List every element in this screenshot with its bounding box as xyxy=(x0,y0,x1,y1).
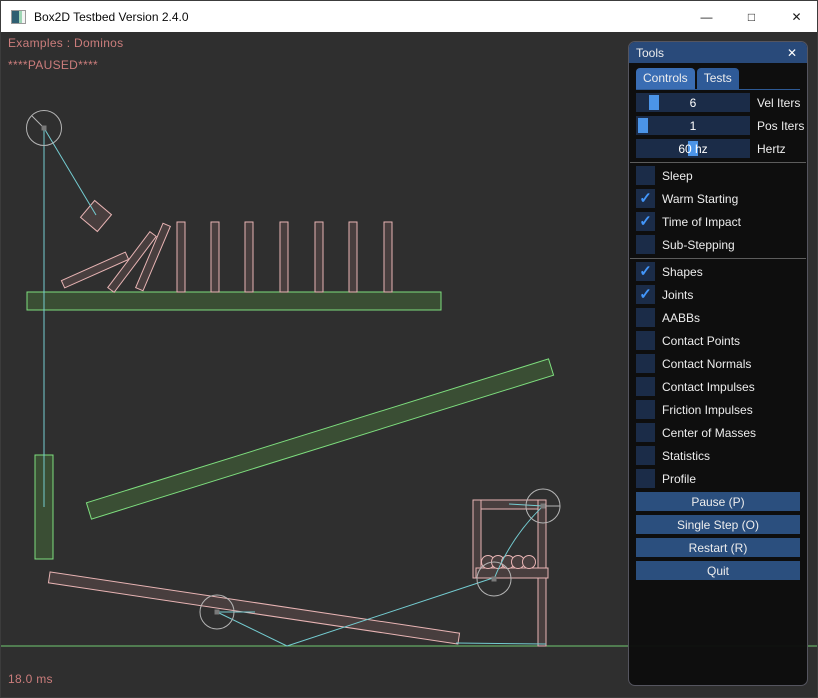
slider-label-vel-iters: Vel Iters xyxy=(757,96,800,110)
tab-tests[interactable]: Tests xyxy=(697,68,739,89)
bottom-plank xyxy=(48,572,459,644)
checkbox-center-of-masses[interactable] xyxy=(636,423,655,442)
slider-row-vel-iters: 6 Vel Iters xyxy=(636,93,800,112)
slider-value-vel-iters: 6 xyxy=(636,93,750,112)
slider-pos-iters[interactable]: 1 xyxy=(636,116,750,135)
button-rows: Pause (P) Single Step (O) Restart (R) Quit xyxy=(636,492,800,580)
tools-panel-titlebar[interactable]: Tools ✕ xyxy=(629,42,807,63)
checkbox-row-joints[interactable]: ✓ Joints xyxy=(636,285,800,304)
checkbox-row-warm-starting[interactable]: ✓ Warm Starting xyxy=(636,189,800,208)
slider-value-pos-iters: 1 xyxy=(636,116,750,135)
window-controls: — □ ✕ xyxy=(684,1,818,32)
slider-rows: 6 Vel Iters 1Pos Iters 60 hz Hertz xyxy=(636,93,800,158)
checkmark-icon: ✓ xyxy=(639,212,652,231)
checkbox-label-center-of-masses: Center of Masses xyxy=(662,426,756,440)
checkbox-label-warm-starting: Warm Starting xyxy=(662,192,738,206)
restart-r-button[interactable]: Restart (R) xyxy=(636,538,800,557)
checkbox-row-sleep[interactable]: Sleep xyxy=(636,166,800,185)
single-step-o-button[interactable]: Single Step (O) xyxy=(636,515,800,534)
maximize-button[interactable]: □ xyxy=(729,1,774,32)
slider-value-hertz: 60 hz xyxy=(636,139,750,158)
checkbox-label-contact-normals: Contact Normals xyxy=(662,357,751,371)
tools-panel: Tools ✕ Controls Tests 6Vel Iters1Pos It… xyxy=(628,41,808,686)
checkbox-warm-starting[interactable]: ✓ xyxy=(636,189,655,208)
close-button[interactable]: ✕ xyxy=(774,1,818,32)
frame-time: 18.0 ms xyxy=(8,672,53,686)
separator xyxy=(630,162,806,163)
checkbox-time-of-impact[interactable]: ✓ xyxy=(636,212,655,231)
cradle-balls xyxy=(482,556,536,569)
checkbox-label-sub-stepping: Sub-Stepping xyxy=(662,238,735,252)
checkbox-rows: Sleep ✓ Warm Starting ✓ Time of Impact Sub-St… xyxy=(636,162,800,488)
checkbox-label-profile: Profile xyxy=(662,472,696,486)
slider-vel-iters[interactable]: 6 xyxy=(636,93,750,112)
checkbox-shapes[interactable]: ✓ xyxy=(636,262,655,281)
checkbox-friction-impulses[interactable] xyxy=(636,400,655,419)
checkbox-contact-points[interactable] xyxy=(636,331,655,350)
checkbox-row-friction-impulses[interactable]: Friction Impulses xyxy=(636,400,800,419)
tab-bar: Controls Tests xyxy=(636,68,800,90)
maximize-icon: □ xyxy=(748,10,755,24)
minimize-button[interactable]: — xyxy=(684,1,729,32)
checkbox-label-contact-points: Contact Points xyxy=(662,334,740,348)
example-title: Examples : Dominos xyxy=(8,36,123,50)
checkbox-label-shapes: Shapes xyxy=(662,265,703,279)
checkbox-row-shapes[interactable]: ✓ Shapes xyxy=(636,262,800,281)
checkbox-row-contact-points[interactable]: Contact Points xyxy=(636,331,800,350)
checkbox-sleep[interactable] xyxy=(636,166,655,185)
checkbox-row-contact-impulses[interactable]: Contact Impulses xyxy=(636,377,800,396)
slider-row-hertz: 60 hz Hertz xyxy=(636,139,800,158)
simulation-canvas[interactable]: Examples : Dominos ****PAUSED**** 18.0 m… xyxy=(1,32,818,698)
minimize-icon: — xyxy=(701,10,713,24)
checkbox-sub-stepping[interactable] xyxy=(636,235,655,254)
close-icon: ✕ xyxy=(791,10,801,24)
checkbox-label-friction-impulses: Friction Impulses xyxy=(662,403,753,417)
window-titlebar[interactable]: Box2D Testbed Version 2.4.0 — □ ✕ xyxy=(1,1,818,32)
checkmark-icon: ✓ xyxy=(639,285,652,304)
panel-title: Tools xyxy=(636,46,784,60)
checkbox-label-time-of-impact: Time of Impact xyxy=(662,215,741,229)
checkbox-label-aabbs: AABBs xyxy=(662,311,700,325)
checkbox-profile[interactable] xyxy=(636,469,655,488)
checkbox-row-profile[interactable]: Profile xyxy=(636,469,800,488)
checkbox-contact-impulses[interactable] xyxy=(636,377,655,396)
checkbox-statistics[interactable] xyxy=(636,446,655,465)
slider-hertz[interactable]: 60 hz xyxy=(636,139,750,158)
app-window: Box2D Testbed Version 2.4.0 — □ ✕ xyxy=(0,0,818,698)
checkmark-icon: ✓ xyxy=(639,262,652,281)
checkbox-label-joints: Joints xyxy=(662,288,693,302)
separator xyxy=(630,258,806,259)
pendulum-box xyxy=(81,201,112,232)
quit-button[interactable]: Quit xyxy=(636,561,800,580)
tab-controls[interactable]: Controls xyxy=(636,68,695,89)
checkbox-row-center-of-masses[interactable]: Center of Masses xyxy=(636,423,800,442)
pause-p-button[interactable]: Pause (P) xyxy=(636,492,800,511)
window-title: Box2D Testbed Version 2.4.0 xyxy=(34,10,189,24)
falling-dominos xyxy=(61,223,170,292)
slider-label-pos-iters: Pos Iters xyxy=(757,119,804,133)
app-icon xyxy=(11,10,26,24)
green-ramp xyxy=(86,359,553,519)
panel-body: Controls Tests 6Vel Iters1Pos Iters60 hz… xyxy=(629,68,807,580)
checkbox-row-sub-stepping[interactable]: Sub-Stepping xyxy=(636,235,800,254)
panel-close-icon[interactable]: ✕ xyxy=(784,46,800,60)
anchor-markers xyxy=(42,126,546,615)
checkbox-label-statistics: Statistics xyxy=(662,449,710,463)
checkbox-row-contact-normals[interactable]: Contact Normals xyxy=(636,354,800,373)
slider-label-hertz: Hertz xyxy=(757,142,786,156)
paused-status: ****PAUSED**** xyxy=(8,58,98,72)
checkbox-label-sleep: Sleep xyxy=(662,169,693,183)
domino-platform xyxy=(27,292,441,310)
checkmark-icon: ✓ xyxy=(639,189,652,208)
checkbox-contact-normals[interactable] xyxy=(636,354,655,373)
checkbox-aabbs[interactable] xyxy=(636,308,655,327)
upright-dominos xyxy=(177,222,392,292)
slider-row-pos-iters: 1Pos Iters xyxy=(636,116,800,135)
checkbox-label-contact-impulses: Contact Impulses xyxy=(662,380,755,394)
checkbox-row-time-of-impact[interactable]: ✓ Time of Impact xyxy=(636,212,800,231)
checkbox-joints[interactable]: ✓ xyxy=(636,285,655,304)
checkbox-row-aabbs[interactable]: AABBs xyxy=(636,308,800,327)
checkbox-row-statistics[interactable]: Statistics xyxy=(636,446,800,465)
